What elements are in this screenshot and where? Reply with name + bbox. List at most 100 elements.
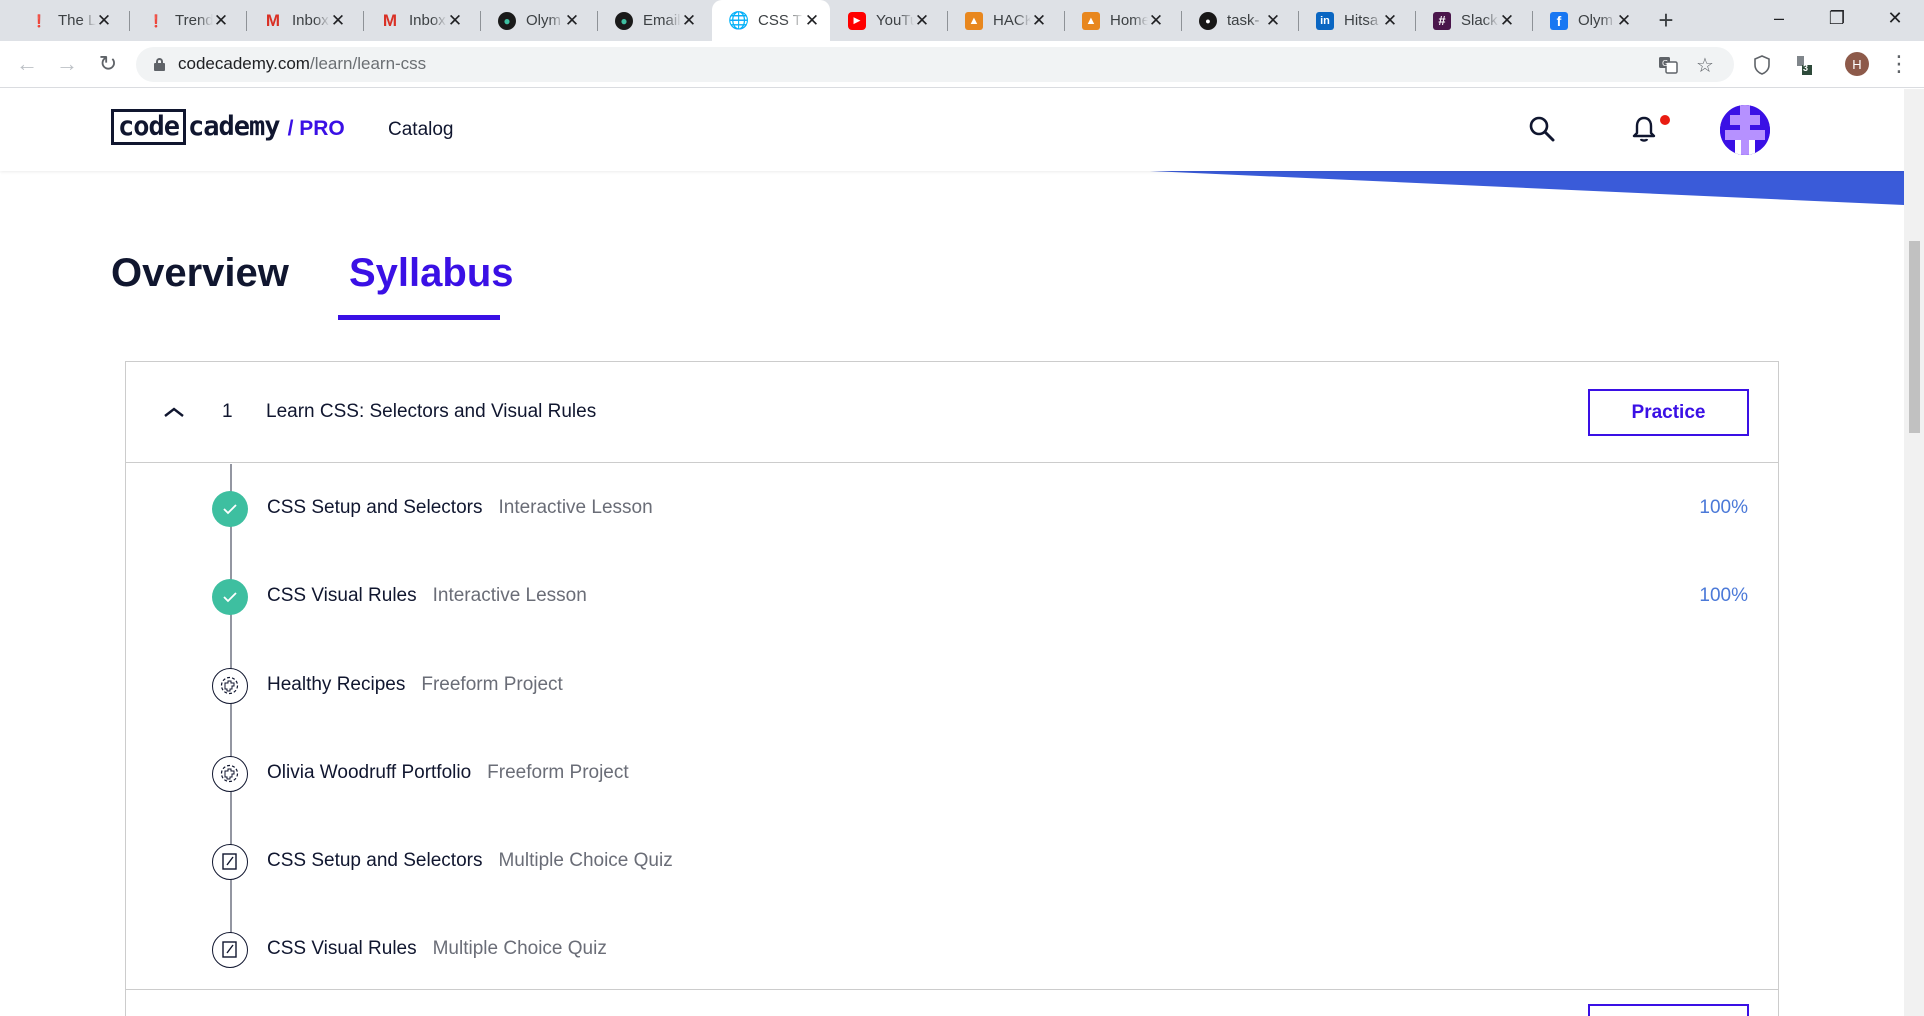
globe-icon: 🌐 [728,10,750,30]
browser-tab[interactable]: ❗ The L ✕ [12,0,122,41]
facebook-icon: f [1550,11,1568,30]
close-window-icon[interactable]: ✕ [1866,0,1924,36]
item-type: Multiple Choice Quiz [432,938,607,959]
back-icon[interactable]: ← [12,49,42,79]
extension-badge-icon[interactable]: 3 [1788,51,1816,79]
browser-tab[interactable]: M Inbox ✕ [363,0,473,41]
reload-icon[interactable]: ↻ [93,49,123,79]
syllabus-item[interactable]: Olivia Woodruff Portfolio Freeform Projec… [126,744,1778,804]
close-tab-icon[interactable]: ✕ [1382,11,1398,31]
user-avatar[interactable] [1720,105,1770,155]
item-title: CSS Visual Rules [267,938,417,959]
browser-tab[interactable]: M Inbox ✕ [246,0,356,41]
minimize-icon[interactable]: – [1750,0,1808,36]
item-title: CSS Setup and Selectors [267,497,483,518]
puzzle-project-icon [212,756,248,792]
active-tab-underline [338,315,500,320]
svg-text:G: G [1662,59,1668,68]
catalog-link[interactable]: Catalog [388,119,454,141]
practice-button[interactable]: Practice [1588,389,1749,436]
syllabus-module: 1 Learn CSS: Selectors and Visual Rules … [125,361,1779,1016]
browser-menu-icon[interactable]: ⋮ [1888,51,1910,77]
browser-tab[interactable]: ▲ HACK ✕ [947,0,1057,41]
browser-tab[interactable]: # Slack ✕ [1415,0,1525,41]
syllabus-item[interactable]: CSS Setup and Selectors Interactive Lesso… [126,479,1778,539]
syllabus-item[interactable]: CSS Setup and Selectors Multiple Choice Q… [126,832,1778,892]
completed-check-icon [212,491,248,527]
notification-bell-icon[interactable] [1628,113,1660,145]
item-type: Multiple Choice Quiz [498,850,673,871]
close-tab-icon[interactable]: ✕ [1148,11,1164,31]
item-progress: 100% [1699,497,1748,518]
tab-overview[interactable]: Overview [111,251,289,296]
item-type: Interactive Lesson [498,497,653,518]
close-tab-icon[interactable]: ✕ [447,11,463,31]
syllabus-module-next [125,989,1779,1016]
item-type: Interactive Lesson [432,585,587,606]
forward-icon[interactable]: → [52,49,82,79]
github-icon: ● [1199,11,1217,30]
item-progress: 100% [1699,585,1748,606]
item-title: CSS Setup and Selectors [267,850,483,871]
browser-tab[interactable]: ❗ Trend ✕ [129,0,239,41]
gmail-icon: M [265,10,281,30]
lock-icon [154,58,165,71]
item-title: CSS Visual Rules [267,585,417,606]
logo-pro: / PRO [287,117,345,140]
page-viewport: code cademy / PRO Catalog Overview Syllabu… [0,89,1904,1016]
close-tab-icon[interactable]: ✕ [1499,11,1515,31]
new-tab-icon[interactable]: + [1652,6,1680,34]
scrollbar-thumb[interactable] [1909,241,1920,433]
close-tab-icon[interactable]: ✕ [1616,11,1632,31]
pin-icon: ❗ [31,13,47,28]
olympus-icon: ● [498,11,516,30]
browser-tab[interactable]: f Olym ✕ [1532,0,1642,41]
close-tab-icon[interactable]: ✕ [681,11,697,31]
chevron-up-icon[interactable] [162,400,186,424]
fox-icon: ▲ [965,11,983,30]
syllabus-item[interactable]: CSS Visual Rules Multiple Choice Quiz [126,920,1778,980]
tab-syllabus[interactable]: Syllabus [349,251,514,296]
practice-button-next-partial[interactable] [1588,1004,1749,1016]
completed-check-icon [212,579,248,615]
codecademy-logo[interactable]: code cademy / PRO [111,109,345,145]
profile-avatar[interactable]: H [1845,52,1869,76]
close-tab-icon[interactable]: ✕ [564,11,580,31]
search-icon[interactable] [1526,113,1558,145]
browser-tab[interactable]: ▶ YouTu ✕ [830,0,940,41]
close-tab-icon[interactable]: ✕ [213,11,229,31]
olympus-icon: ● [615,11,633,30]
bookmark-star-icon[interactable]: ☆ [1693,53,1717,77]
page-scrollbar[interactable] [1904,89,1924,1016]
slack-icon: # [1433,11,1451,30]
close-tab-icon[interactable]: ✕ [96,11,112,31]
close-tab-icon[interactable]: ✕ [330,11,346,31]
site-header: code cademy / PRO Catalog [0,89,1904,171]
youtube-icon: ▶ [848,11,866,30]
profile-initial: H [1852,56,1862,72]
logo-code: code [111,109,187,145]
browser-tab[interactable]: ● task- ✕ [1181,0,1291,41]
translate-icon[interactable]: G [1656,53,1680,77]
gmail-icon: M [382,10,398,30]
syllabus-item[interactable]: CSS Visual Rules Interactive Lesson 100% [126,567,1778,627]
browser-tab[interactable]: in Hitsa ✕ [1298,0,1408,41]
syllabus-item[interactable]: Healthy Recipes Freeform Project [126,656,1778,716]
module-header[interactable]: 1 Learn CSS: Selectors and Visual Rules … [126,362,1778,463]
address-bar[interactable]: codecademy.com/learn/learn-css G ☆ [136,47,1734,82]
close-tab-icon[interactable]: ✕ [1031,11,1047,31]
decorative-blue-stripe [1150,171,1904,205]
browser-tab[interactable]: ● Olym ✕ [480,0,590,41]
module-number: 1 [222,401,233,422]
shield-extension-icon[interactable] [1748,51,1776,79]
close-tab-icon[interactable]: ✕ [1265,11,1281,31]
extension-badge-count: 3 [1803,63,1809,73]
browser-tab[interactable]: ● Email ✕ [597,0,707,41]
browser-tab[interactable]: ▲ Home ✕ [1064,0,1174,41]
fox-icon: ▲ [1082,11,1100,30]
close-tab-icon[interactable]: ✕ [914,11,930,31]
restore-icon[interactable]: ❐ [1808,0,1866,36]
pin-icon: ❗ [148,13,164,28]
close-tab-icon[interactable]: ✕ [804,11,820,31]
browser-tab-active[interactable]: 🌐 CSS T ✕ [712,0,830,41]
